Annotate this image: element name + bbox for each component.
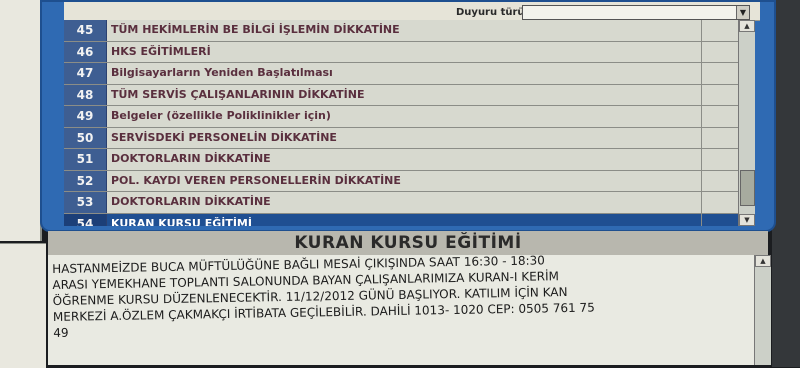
- row-extra-cell: [701, 192, 738, 213]
- row-title: SERVİSDEKİ PERSONELİN DİKKATİNE: [111, 130, 337, 144]
- list-row[interactable]: 50 SERVİSDEKİ PERSONELİN DİKKATİNE: [64, 127, 738, 149]
- list-row[interactable]: 48 TÜM SERVİS ÇALIŞANLARININ DİKKATİNE: [64, 84, 738, 106]
- detail-scrollbar[interactable]: ▲: [754, 255, 771, 365]
- row-extra-cell: [701, 84, 738, 105]
- filter-bar: Duyuru türü ▼: [64, 2, 760, 21]
- announcement-list: 45 TÜM HEKİMLERİN BE BİLGİ İŞLEMİN DİKKAT…: [64, 20, 738, 226]
- list-row[interactable]: 51 DOKTORLARIN DİKKATİNE: [64, 149, 738, 171]
- row-title: DOKTORLARIN DİKKATİNE: [111, 152, 271, 165]
- row-title: HKS EĞİTİMLERİ: [111, 44, 211, 58]
- row-number: 48: [64, 84, 107, 105]
- row-extra-cell: [701, 106, 738, 127]
- announcement-type-label: Duyuru türü: [456, 7, 525, 18]
- list-row[interactable]: 54 KURAN KURSU EĞİTİMİ: [64, 213, 738, 227]
- row-extra-cell: [701, 213, 738, 226]
- row-title: TÜM SERVİS ÇALIŞANLARININ DİKKATİNE: [111, 87, 365, 101]
- row-number: 53: [64, 192, 107, 213]
- row-number: 52: [64, 170, 107, 191]
- scroll-up-icon[interactable]: ▲: [739, 20, 755, 32]
- row-extra-cell: [701, 41, 738, 62]
- window-edge: [772, 0, 800, 367]
- row-number: 50: [64, 127, 107, 148]
- row-number: 49: [64, 106, 107, 127]
- row-title: KURAN KURSU EĞİTİMİ: [111, 216, 252, 227]
- row-extra-cell: [701, 149, 738, 170]
- row-number: 45: [64, 20, 107, 41]
- row-title: DOKTORLARIN DİKKATİNE: [111, 195, 271, 208]
- row-number: 47: [64, 63, 107, 84]
- left-lower-panel: [0, 243, 46, 368]
- row-extra-cell: [701, 170, 738, 191]
- detail-body[interactable]: HASTANMEİZDE BUCA MÜFTÜLÜĞÜNE BAĞLI MESA…: [48, 255, 754, 365]
- scroll-thumb[interactable]: [740, 170, 755, 206]
- chevron-down-icon[interactable]: ▼: [736, 6, 749, 19]
- left-panel: [0, 0, 42, 241]
- list-row[interactable]: 53 DOKTORLARIN DİKKATİNE: [64, 192, 738, 214]
- row-title: Belgeler (özellikle Poliklinikler için): [111, 109, 331, 122]
- list-row[interactable]: 49 Belgeler (özellikle Poliklinikler için…: [64, 106, 738, 128]
- detail-title: KURAN KURSU EĞİTİMİ: [48, 231, 768, 255]
- row-number: 51: [64, 149, 107, 170]
- announcement-list-frame: Duyuru türü ▼ 45 TÜM HEKİMLERİN BE BİLGİ …: [40, 0, 776, 232]
- scroll-down-icon[interactable]: ▼: [739, 214, 755, 226]
- list-row[interactable]: 47 Bilgisayarların Yeniden Başlatılması: [64, 63, 738, 85]
- row-title: Bilgisayarların Yeniden Başlatılması: [111, 66, 333, 79]
- row-extra-cell: [701, 63, 738, 84]
- row-title: POL. KAYDI VEREN PERSONELLERİN DİKKATİNE: [111, 173, 401, 187]
- row-number: 54: [64, 213, 107, 226]
- row-extra-cell: [701, 127, 738, 148]
- list-row[interactable]: 45 TÜM HEKİMLERİN BE BİLGİ İŞLEMİN DİKKAT…: [64, 20, 738, 42]
- row-extra-cell: [701, 20, 738, 41]
- scroll-up-icon[interactable]: ▲: [755, 255, 771, 267]
- row-number: 46: [64, 41, 107, 62]
- list-scrollbar[interactable]: ▲ ▼: [738, 20, 755, 226]
- row-title: TÜM HEKİMLERİN BE BİLGİ İŞLEMİN DİKKATİN…: [111, 23, 400, 36]
- announcement-type-select[interactable]: ▼: [522, 5, 750, 20]
- list-row[interactable]: 52 POL. KAYDI VEREN PERSONELLERİN DİKKATİ…: [64, 170, 738, 192]
- list-row[interactable]: 46 HKS EĞİTİMLERİ: [64, 41, 738, 63]
- detail-text: HASTANMEİZDE BUCA MÜFTÜLÜĞÜNE BAĞLI MESA…: [52, 255, 743, 341]
